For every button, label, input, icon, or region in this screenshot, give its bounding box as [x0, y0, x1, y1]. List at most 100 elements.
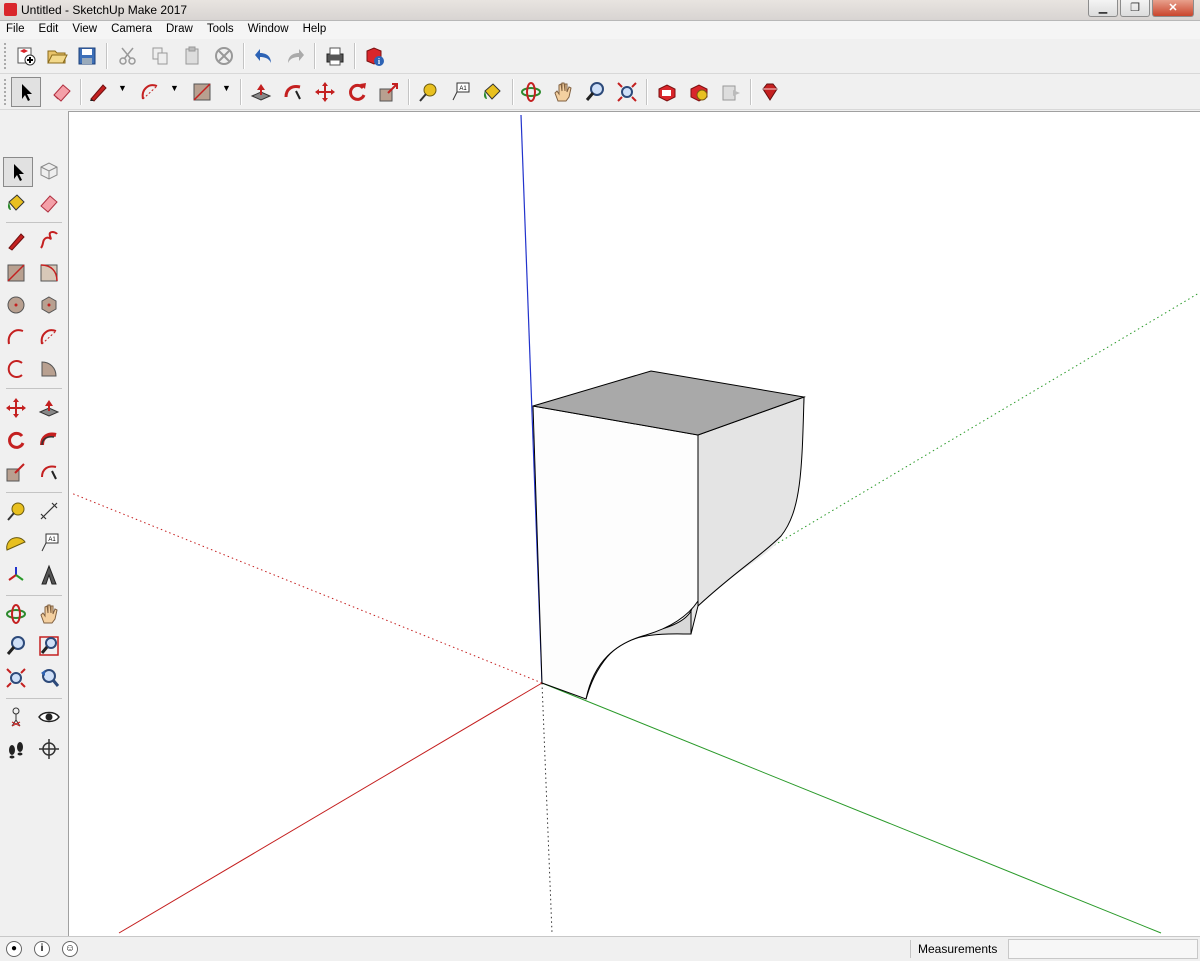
previous-view-icon[interactable]: [36, 665, 62, 691]
extension-warehouse-icon[interactable]: [687, 80, 711, 104]
measurements-input[interactable]: [1008, 939, 1198, 959]
main-toolbar: ▼ ▼ ▼ A1: [0, 75, 1200, 110]
menu-draw[interactable]: Draw: [160, 21, 201, 39]
axes-icon[interactable]: [3, 562, 29, 588]
menu-tools[interactable]: Tools: [201, 21, 242, 39]
eraser-icon[interactable]: [36, 190, 62, 216]
line-icon[interactable]: [3, 228, 29, 254]
rotated-rectangle-icon[interactable]: [36, 260, 62, 286]
chevron-down-icon[interactable]: ▼: [118, 83, 127, 93]
section-plane-icon[interactable]: [36, 736, 62, 762]
scale-icon[interactable]: [377, 80, 401, 104]
zoom-icon[interactable]: [583, 80, 607, 104]
cut-icon[interactable]: [116, 44, 140, 68]
pan-icon[interactable]: [551, 80, 575, 104]
save-icon[interactable]: [75, 44, 99, 68]
red-axis: [118, 682, 543, 934]
toolbar-grip[interactable]: [4, 43, 9, 69]
move-icon[interactable]: [313, 80, 337, 104]
follow-me-icon[interactable]: [36, 427, 62, 453]
look-around-icon[interactable]: [36, 704, 62, 730]
menu-help[interactable]: Help: [297, 21, 335, 39]
undo-icon[interactable]: [252, 44, 276, 68]
menu-file[interactable]: File: [0, 21, 33, 39]
offset-icon[interactable]: [36, 459, 62, 485]
layout-icon[interactable]: [719, 80, 743, 104]
minimize-button[interactable]: ▁: [1088, 0, 1118, 17]
new-icon[interactable]: [14, 44, 38, 68]
ruby-icon[interactable]: [758, 80, 782, 104]
corbel-model[interactable]: [532, 370, 806, 700]
model-info-icon[interactable]: i: [362, 44, 386, 68]
zoom-extents-icon[interactable]: [615, 80, 639, 104]
menu-edit[interactable]: Edit: [33, 21, 67, 39]
paint-bucket-icon[interactable]: [480, 80, 504, 104]
chevron-down-icon[interactable]: ▼: [170, 83, 179, 93]
eraser-icon[interactable]: [50, 80, 74, 104]
drawing-viewport[interactable]: [68, 111, 1200, 936]
arc-icon[interactable]: [3, 324, 29, 350]
position-camera-icon[interactable]: [3, 704, 29, 730]
maximize-button[interactable]: ❐: [1120, 0, 1150, 17]
pie-icon[interactable]: [36, 356, 62, 382]
text-icon[interactable]: A1: [448, 80, 472, 104]
tape-measure-icon[interactable]: [3, 498, 29, 524]
paint-bucket-icon[interactable]: [3, 190, 29, 216]
geo-location-icon[interactable]: ●: [6, 941, 22, 957]
follow-me-icon[interactable]: [281, 80, 305, 104]
open-icon[interactable]: [45, 44, 69, 68]
dimension-icon[interactable]: [36, 498, 62, 524]
svg-text:A1: A1: [459, 86, 467, 92]
rotate-icon[interactable]: [345, 80, 369, 104]
3d-text-icon[interactable]: [36, 562, 62, 588]
arc-icon[interactable]: [138, 80, 162, 104]
menu-camera[interactable]: Camera: [105, 21, 160, 39]
scale-icon[interactable]: [3, 459, 29, 485]
paste-icon[interactable]: [180, 44, 204, 68]
redo-icon[interactable]: [283, 44, 307, 68]
text-icon[interactable]: A1: [36, 530, 62, 556]
model-canvas[interactable]: [69, 112, 1200, 936]
walk-icon[interactable]: [3, 736, 29, 762]
zoom-window-icon[interactable]: [36, 633, 62, 659]
pan-icon[interactable]: [36, 601, 62, 627]
rectangle-icon[interactable]: [190, 80, 214, 104]
menu-window[interactable]: Window: [242, 21, 297, 39]
pencil-icon[interactable]: [86, 80, 110, 104]
push-pull-icon[interactable]: [36, 395, 62, 421]
tape-measure-icon[interactable]: [416, 80, 440, 104]
print-icon[interactable]: [323, 44, 347, 68]
circle-icon[interactable]: [3, 292, 29, 318]
rectangle-icon[interactable]: [3, 260, 29, 286]
2-point-arc-icon[interactable]: [36, 324, 62, 350]
select-icon[interactable]: [11, 77, 41, 107]
push-pull-icon[interactable]: [249, 80, 273, 104]
svg-text:A1: A1: [48, 537, 56, 543]
erase-icon[interactable]: [212, 44, 236, 68]
window-title: Untitled - SketchUp Make 2017: [21, 3, 188, 17]
user-icon[interactable]: ☺: [62, 941, 78, 957]
measurements-label: Measurements: [918, 942, 998, 956]
menu-view[interactable]: View: [66, 21, 105, 39]
3-point-arc-icon[interactable]: [3, 356, 29, 382]
chevron-down-icon[interactable]: ▼: [222, 83, 231, 93]
sketchup-app-icon: [4, 3, 17, 16]
zoom-extents-icon[interactable]: [3, 665, 29, 691]
credits-icon[interactable]: i: [34, 941, 50, 957]
large-tool-set: A1: [0, 150, 68, 770]
zoom-icon[interactable]: [3, 633, 29, 659]
orbit-icon[interactable]: [519, 80, 543, 104]
blue-axis-negative: [541, 682, 553, 934]
freehand-icon[interactable]: [36, 228, 62, 254]
protractor-icon[interactable]: [3, 530, 29, 556]
rotate-icon[interactable]: [3, 427, 29, 453]
select-icon[interactable]: [3, 157, 33, 187]
make-component-icon[interactable]: [36, 158, 62, 184]
move-icon[interactable]: [3, 395, 29, 421]
toolbar-grip[interactable]: [4, 79, 9, 105]
copy-icon[interactable]: [148, 44, 172, 68]
orbit-icon[interactable]: [3, 601, 29, 627]
polygon-icon[interactable]: [36, 292, 62, 318]
close-button[interactable]: ✕: [1152, 0, 1194, 17]
3d-warehouse-icon[interactable]: [655, 80, 679, 104]
